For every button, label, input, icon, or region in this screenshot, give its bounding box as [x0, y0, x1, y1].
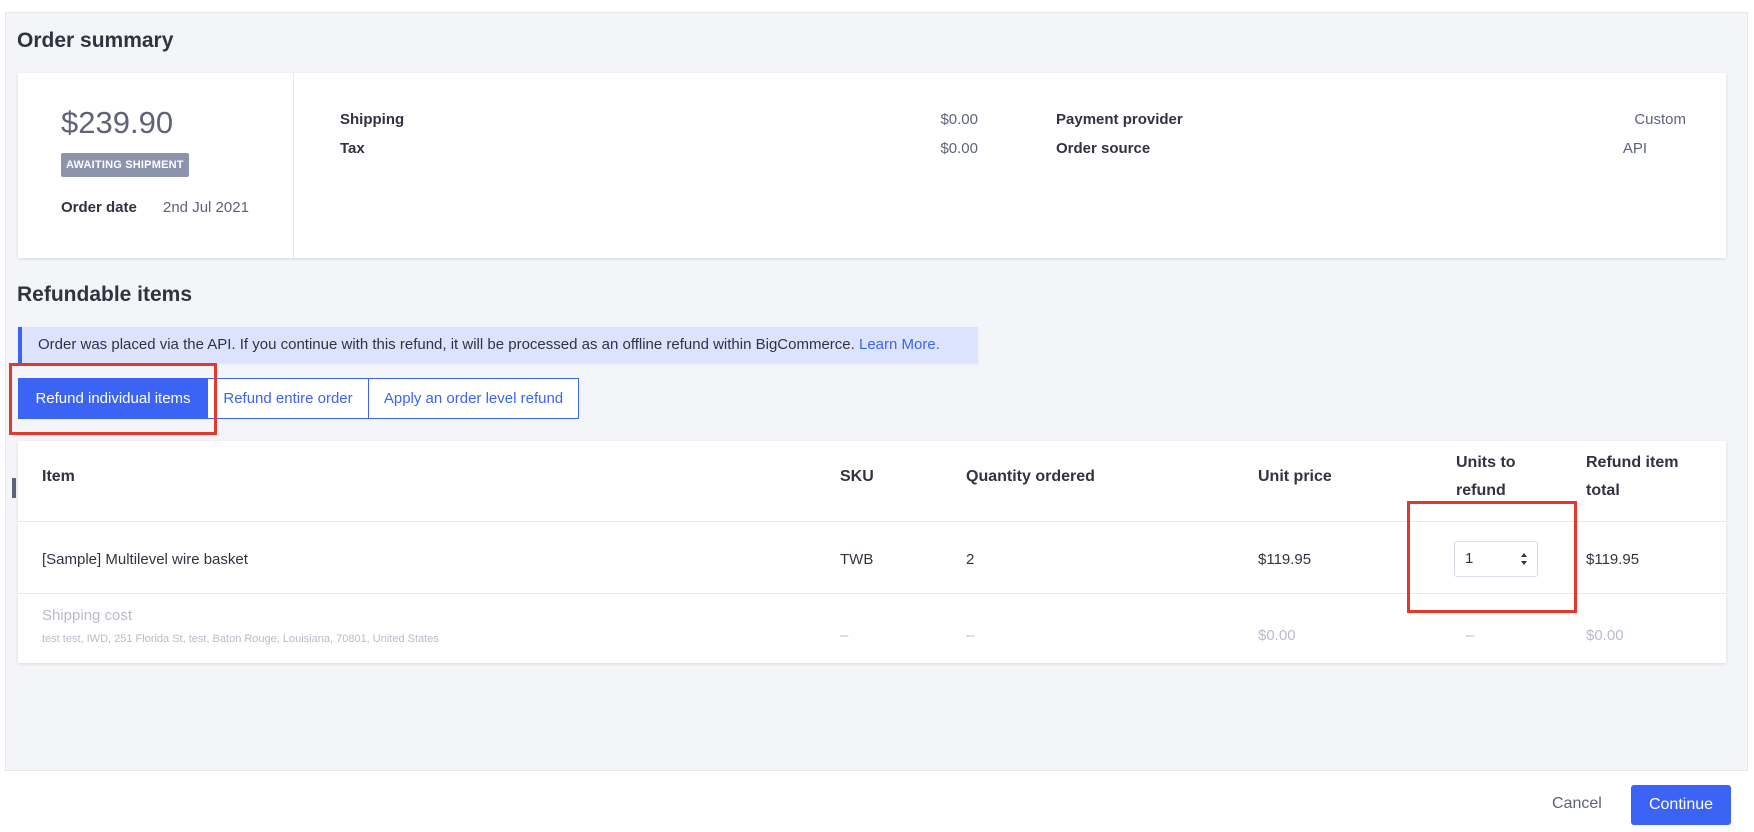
refund-panel: Order summary $239.90 AWAITING SHIPMENT …	[5, 12, 1748, 827]
header-quantity-ordered: Quantity ordered	[966, 468, 1095, 485]
header-unit-price: Unit price	[1258, 468, 1332, 485]
header-item: Item	[42, 468, 75, 485]
row-divider	[18, 593, 1726, 594]
order-date-value: 2nd Jul 2021	[163, 199, 249, 216]
tab-order-level-refund[interactable]: Apply an order level refund	[368, 378, 579, 419]
row-divider	[18, 521, 1726, 522]
header-sku: SKU	[840, 468, 874, 485]
side-indicator	[12, 478, 16, 498]
payment-provider-label: Payment provider	[1056, 111, 1183, 128]
shipping-cost-label: Shipping cost	[42, 607, 133, 624]
tax-value: $0.00	[940, 140, 978, 157]
order-summary-card: $239.90 AWAITING SHIPMENT Order date 2nd…	[18, 73, 1726, 258]
item-refund-total: $119.95	[1586, 551, 1640, 568]
shipping-unit-price: $0.00	[1258, 627, 1296, 644]
item-quantity: 2	[966, 551, 975, 568]
tax-label: Tax	[340, 140, 365, 157]
grand-total: $239.90	[61, 105, 174, 140]
order-summary-title: Order summary	[17, 29, 174, 52]
footer-bar: Cancel Continue	[5, 770, 1748, 832]
shipping-units-to-refund: –	[1466, 627, 1475, 644]
order-date-label: Order date	[61, 199, 137, 216]
cancel-button[interactable]: Cancel	[1552, 795, 1602, 813]
learn-more-link[interactable]: Learn More.	[859, 336, 940, 353]
shipping-address: test test, IWD, 251 Florida St, test, Ba…	[42, 633, 439, 645]
units-to-refund-stepper[interactable]: 1	[1454, 541, 1538, 577]
header-units-to-refund: Units to refund	[1456, 454, 1516, 499]
api-info-banner: Order was placed via the API. If you con…	[18, 327, 978, 363]
tab-refund-entire-order[interactable]: Refund entire order	[207, 378, 369, 419]
item-name: [Sample] Multilevel wire basket	[42, 551, 248, 568]
shipping-value: $0.00	[940, 111, 978, 128]
shipping-sku: –	[840, 627, 849, 644]
banner-text: Order was placed via the API. If you con…	[38, 336, 855, 353]
shipping-label: Shipping	[340, 111, 405, 128]
item-sku: TWB	[840, 551, 874, 568]
order-total-panel: $239.90 AWAITING SHIPMENT Order date 2nd…	[18, 73, 294, 258]
item-unit-price: $119.95	[1258, 551, 1312, 568]
header-refund-item-total: Refund item total	[1586, 454, 1679, 499]
order-source-value: API	[1622, 140, 1647, 157]
stepper-arrows-icon[interactable]	[1519, 549, 1529, 569]
units-to-refund-value: 1	[1465, 550, 1474, 567]
tab-refund-individual-items[interactable]: Refund individual items	[18, 378, 208, 419]
status-badge: AWAITING SHIPMENT	[61, 153, 189, 177]
shipping-quantity: –	[966, 627, 975, 644]
shipping-refund-total: $0.00	[1586, 627, 1624, 644]
refundable-items-title: Refundable items	[17, 283, 193, 306]
continue-button[interactable]: Continue	[1631, 785, 1731, 825]
payment-provider-value: Custom	[1634, 111, 1686, 128]
order-source-label: Order source	[1056, 140, 1151, 157]
